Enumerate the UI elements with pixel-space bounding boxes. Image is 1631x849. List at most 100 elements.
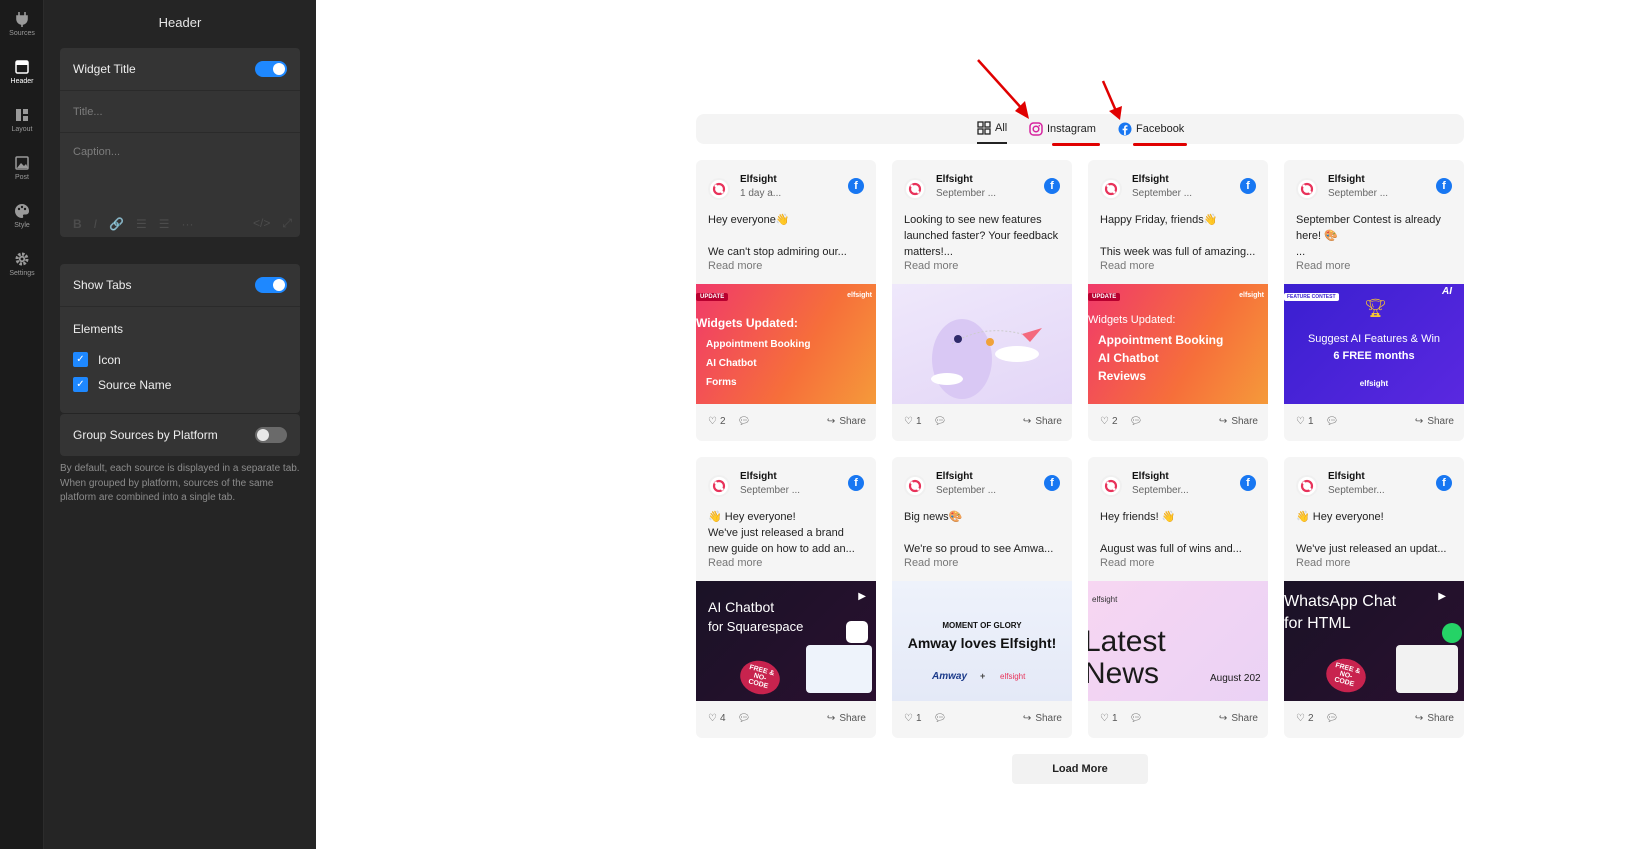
comment-icon[interactable]: 💬︎	[738, 416, 751, 427]
post-card[interactable]: Elfsight September ... f September Conte…	[1284, 160, 1464, 441]
link-icon[interactable]: 🔗	[109, 217, 124, 231]
group-toggle[interactable]	[255, 427, 287, 443]
post-card[interactable]: Elfsight September ... f Happy Friday, f…	[1088, 160, 1268, 441]
comment-icon[interactable]: 💬︎	[934, 713, 947, 724]
post-card[interactable]: Elfsight September ... f Big news🎨 We're…	[892, 457, 1072, 738]
like-button[interactable]: ♡ 2	[1100, 416, 1118, 427]
share-button[interactable]: ↪ Share	[827, 713, 866, 724]
post-card[interactable]: Elfsight September... f Hey friends! 👋 A…	[1088, 457, 1268, 738]
post-image[interactable]: WhatsApp Chat for HTML FREE & NO-CODE ▶	[1284, 581, 1464, 701]
post-author[interactable]: Elfsight	[1132, 471, 1169, 482]
post-image[interactable]: MOMENT OF GLORY Amway loves Elfsight! Am…	[892, 581, 1072, 701]
elfsight-logo-icon	[1100, 475, 1122, 497]
comment-icon[interactable]: 💬︎	[1130, 416, 1143, 427]
facebook-icon[interactable]: f	[848, 178, 864, 194]
chat-window-illustration	[1396, 645, 1458, 693]
like-button[interactable]: ♡ 1	[1100, 713, 1118, 724]
rail-item-layout[interactable]: Layout	[0, 96, 44, 144]
share-button[interactable]: ↪ Share	[1023, 713, 1062, 724]
widget-title-toggle[interactable]	[255, 61, 287, 77]
post-author[interactable]: Elfsight	[1328, 174, 1365, 185]
more-icon[interactable]: ···	[182, 217, 194, 231]
post-author[interactable]: Elfsight	[1132, 174, 1169, 185]
rail-item-header[interactable]: Header	[0, 48, 44, 96]
like-button[interactable]: ♡ 1	[904, 416, 922, 427]
facebook-icon[interactable]: f	[848, 475, 864, 491]
post-image[interactable]: FEATURE CONTEST AI 🏆︎ Suggest AI Feature…	[1284, 284, 1464, 404]
read-more-link[interactable]: Read more	[904, 557, 958, 569]
rail-item-post[interactable]: Post	[0, 144, 44, 192]
code-icon[interactable]: </>	[253, 216, 270, 231]
rail-item-style[interactable]: Style	[0, 192, 44, 240]
share-button[interactable]: ↪ Share	[1219, 713, 1258, 724]
comment-icon[interactable]: 💬︎	[1130, 713, 1143, 724]
post-text: 👋 Hey everyone! We've just released a br…	[708, 511, 855, 555]
like-count: 1	[1307, 415, 1314, 427]
tab-instagram[interactable]: Instagram	[1029, 114, 1096, 144]
italic-icon[interactable]: I	[94, 217, 97, 231]
share-button[interactable]: ↪ Share	[1415, 713, 1454, 724]
post-author[interactable]: Elfsight	[1328, 471, 1365, 482]
tab-all[interactable]: All	[977, 114, 1008, 144]
list-icon[interactable]: ☰	[136, 217, 147, 231]
tab-facebook[interactable]: Facebook	[1118, 114, 1184, 144]
read-more-link[interactable]: Read more	[904, 260, 958, 272]
post-author[interactable]: Elfsight	[740, 174, 777, 185]
facebook-icon[interactable]: f	[1044, 178, 1060, 194]
share-button[interactable]: ↪ Share	[1023, 416, 1062, 427]
comment-icon[interactable]: 💬︎	[1326, 713, 1339, 724]
post-card[interactable]: Elfsight September ... f Looking to see …	[892, 160, 1072, 441]
comment-icon[interactable]: 💬︎	[934, 416, 947, 427]
post-date: September ...	[1328, 188, 1389, 199]
group-card: Group Sources by Platform	[60, 414, 300, 456]
read-more-link[interactable]: Read more	[1100, 260, 1154, 272]
post-card[interactable]: Elfsight September ... f 👋 Hey everyone!…	[696, 457, 876, 738]
facebook-icon[interactable]: f	[1436, 178, 1452, 194]
read-more-link[interactable]: Read more	[1100, 557, 1154, 569]
whatsapp-icon	[1442, 623, 1462, 643]
bold-icon[interactable]: B	[73, 217, 82, 231]
read-more-link[interactable]: Read more	[1296, 557, 1350, 569]
element-icon-checkbox[interactable]: ✓ Icon	[60, 347, 300, 372]
post-author[interactable]: Elfsight	[936, 174, 973, 185]
facebook-icon[interactable]: f	[1240, 178, 1256, 194]
rail-item-sources[interactable]: Sources	[0, 0, 44, 48]
like-button[interactable]: ♡ 1	[1296, 416, 1314, 427]
ordered-list-icon[interactable]: ☰	[159, 217, 170, 231]
facebook-icon[interactable]: f	[1436, 475, 1452, 491]
caption-input[interactable]: Caption... B I 🔗 ☰ ☰ ··· </> ⤢	[60, 133, 300, 237]
element-source-checkbox[interactable]: ✓ Source Name	[60, 372, 300, 397]
checkmark-icon: ✓	[73, 377, 88, 392]
post-card[interactable]: Elfsight 1 day a... f Hey everyone👋 We c…	[696, 160, 876, 441]
post-card[interactable]: Elfsight September... f 👋 Hey everyone! …	[1284, 457, 1464, 738]
like-button[interactable]: ♡ 2	[1296, 713, 1314, 724]
read-more-link[interactable]: Read more	[708, 260, 762, 272]
post-author[interactable]: Elfsight	[936, 471, 973, 482]
comment-icon[interactable]: 💬︎	[1326, 416, 1339, 427]
facebook-icon[interactable]: f	[1044, 475, 1060, 491]
post-text: Looking to see new features launched fas…	[904, 214, 1059, 258]
show-tabs-toggle[interactable]	[255, 277, 287, 293]
rail-item-settings[interactable]: Settings	[0, 240, 44, 288]
post-image[interactable]	[892, 284, 1072, 404]
expand-icon[interactable]: ⤢	[282, 216, 292, 231]
load-more-button[interactable]: Load More	[1012, 754, 1148, 784]
read-more-link[interactable]: Read more	[708, 557, 762, 569]
post-date: 1 day a...	[740, 188, 782, 199]
post-image[interactable]: UPDATE elfsight Widgets Updated: Appoint…	[696, 284, 876, 404]
post-image[interactable]: UPDATE elfsight Widgets Updated: Appoint…	[1088, 284, 1268, 404]
share-button[interactable]: ↪ Share	[1219, 416, 1258, 427]
share-button[interactable]: ↪ Share	[1415, 416, 1454, 427]
share-button[interactable]: ↪ Share	[827, 416, 866, 427]
post-author[interactable]: Elfsight	[740, 471, 777, 482]
tabs-bar: All Instagram Facebook	[696, 114, 1464, 144]
post-image[interactable]: AI Chatbot for Squarespace FREE & NO-COD…	[696, 581, 876, 701]
like-button[interactable]: ♡ 2	[708, 416, 726, 427]
like-button[interactable]: ♡ 1	[904, 713, 922, 724]
facebook-icon[interactable]: f	[1240, 475, 1256, 491]
read-more-link[interactable]: Read more	[1296, 260, 1350, 272]
title-input[interactable]: Title...	[60, 91, 300, 132]
like-button[interactable]: ♡ 4	[708, 713, 726, 724]
comment-icon[interactable]: 💬︎	[738, 713, 751, 724]
post-image[interactable]: elfsight Latest News August 202	[1088, 581, 1268, 701]
